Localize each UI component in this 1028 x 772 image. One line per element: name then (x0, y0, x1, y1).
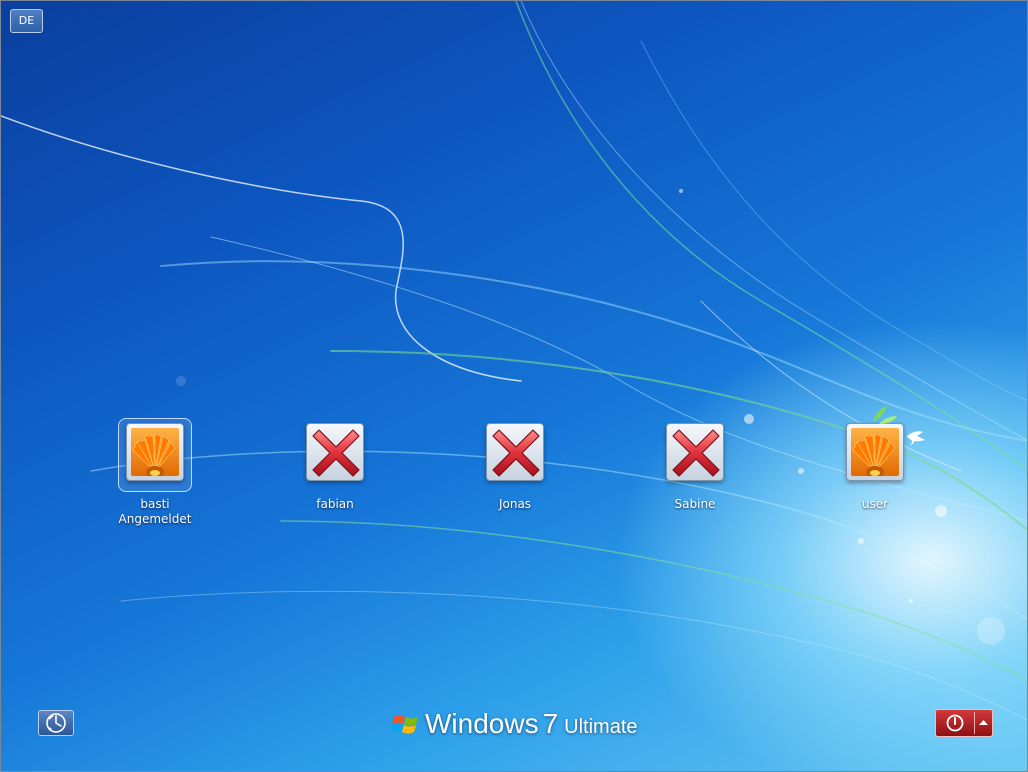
user-tile-fabian[interactable]: fabian (280, 423, 390, 512)
product-version: 7 (542, 708, 559, 739)
power-button[interactable] (936, 710, 974, 736)
user-name: Jonas (498, 497, 532, 511)
user-picture-frame (486, 423, 544, 481)
language-button[interactable]: DE (10, 9, 43, 33)
windows-branding: Windows 7 Ultimate (391, 707, 651, 743)
user-name: fabian (316, 497, 354, 511)
power-button-group (935, 709, 993, 737)
user-picture-frame (846, 406, 925, 481)
red-x-icon (672, 429, 720, 477)
bird-leaf-decoration-icon (873, 406, 925, 446)
windows-wordmark: Windows 7 Ultimate (425, 707, 638, 744)
windows-flag-icon (391, 715, 418, 734)
product-edition: Ultimate (564, 716, 638, 738)
user-tile-user[interactable]: user (820, 406, 930, 512)
chevron-up-icon (979, 720, 988, 725)
red-x-icon (312, 429, 360, 477)
user-name: basti (140, 497, 170, 511)
flower-picture (131, 428, 179, 476)
user-name: Sabine (674, 497, 716, 511)
ease-of-access-button[interactable] (38, 710, 74, 736)
login-screen: DE basti Angemeldet fabian Jonas Sabine … (0, 0, 1028, 772)
ease-of-access-icon (46, 713, 66, 733)
product-name: Windows (425, 708, 539, 739)
power-icon (946, 714, 964, 732)
power-options-button[interactable] (975, 710, 992, 736)
user-name: user (861, 497, 889, 511)
red-x-icon (492, 429, 540, 477)
user-status: Angemeldet (118, 512, 192, 526)
user-picture-frame (306, 423, 364, 481)
user-picture-frame (126, 423, 184, 481)
background-swirls (1, 1, 1027, 721)
user-tile-basti[interactable]: basti Angemeldet (100, 418, 210, 527)
user-tile-jonas[interactable]: Jonas (460, 423, 570, 512)
user-tile-sabine[interactable]: Sabine (640, 423, 750, 512)
user-picture-frame (666, 423, 724, 481)
